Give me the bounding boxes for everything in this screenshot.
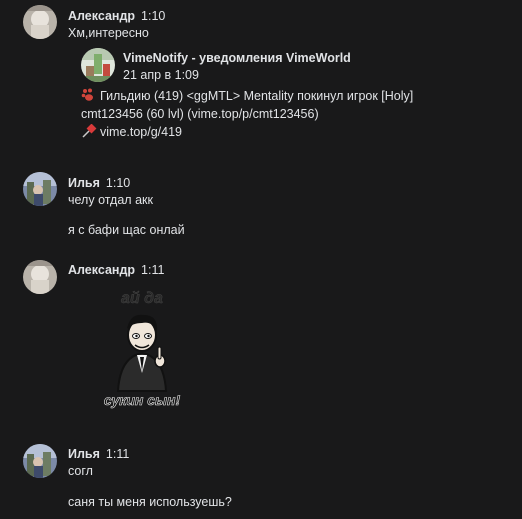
repost-line-1: Гильдию (419) <ggMTL> Mentality покинул … [100,89,414,103]
author-name[interactable]: Александр [68,263,135,277]
message-text: Хм,интересно [68,26,149,40]
message-text: я с бафи щас онлай [68,223,185,237]
avatar[interactable] [23,444,57,478]
message-header: Илья 1:10 [68,175,130,191]
avatar[interactable] [23,172,57,206]
repost-text-line: vime.top/g/419 [81,123,182,140]
message-text: челу отдал акк [68,193,153,207]
avatar[interactable] [23,5,57,39]
message-time[interactable]: 1:10 [106,176,130,190]
pushpin-emoji-icon [81,123,97,138]
sticker[interactable]: ай да сукин сын! [102,283,182,411]
author-name[interactable]: Александр [68,9,135,23]
message-time[interactable]: 1:10 [141,9,165,23]
repost-author[interactable]: VimeNotify - уведомления VimeWorld [123,50,351,66]
paw-emoji-icon [81,88,97,102]
sticker-top-text: ай да [121,290,163,307]
author-name[interactable]: Илья [68,447,100,461]
message-text: согл [68,464,93,478]
message-time[interactable]: 1:11 [141,263,164,277]
message-header: Александр 1:10 [68,8,165,24]
repost-text-line: Гильдию (419) <ggMTL> Mentality покинул … [81,88,413,104]
repost-link[interactable]: vime.top/g/419 [100,125,182,139]
message-header: Александр 1:11 [68,262,164,278]
author-name[interactable]: Илья [68,176,100,190]
repost-date[interactable]: 21 апр в 1:09 [123,67,199,83]
repost-avatar[interactable] [81,48,115,82]
avatar[interactable] [23,260,57,294]
message-text: саня ты меня используешь? [68,495,232,509]
message-time[interactable]: 1:11 [106,447,129,461]
message-header: Илья 1:11 [68,446,129,462]
sticker-bottom-text: сукин сын! [104,392,181,408]
repost-text-line[interactable]: cmt123456 (60 lvl) (vime.top/p/cmt123456… [81,106,319,122]
